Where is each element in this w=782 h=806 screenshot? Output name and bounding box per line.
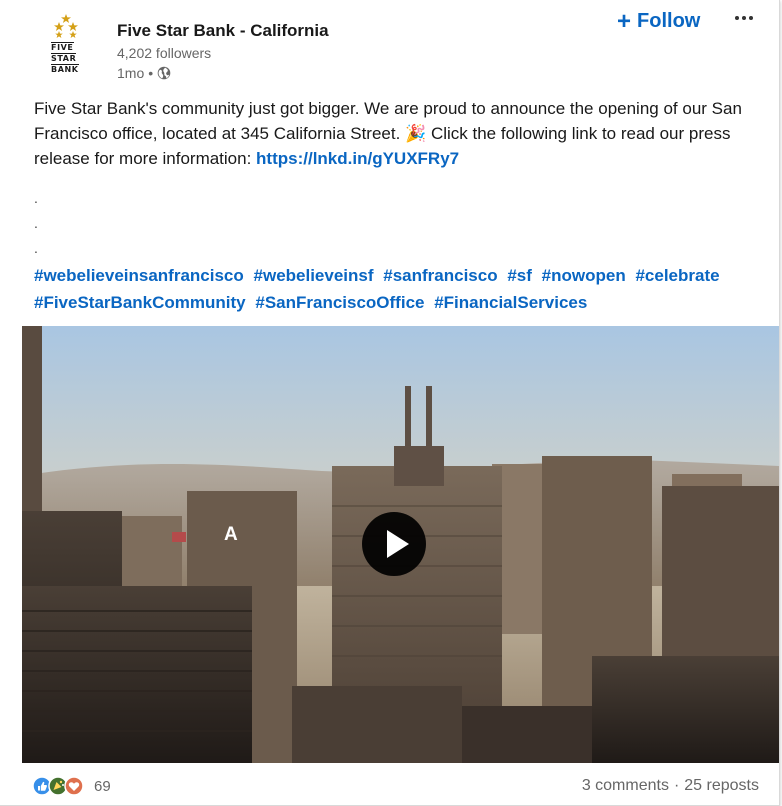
stars-logo-icon (54, 14, 78, 38)
follow-label: Follow (637, 10, 701, 32)
logo-word: FIVE (51, 42, 74, 52)
hashtag-list: #webelieveinsanfrancisco #webelieveinsf … (34, 262, 774, 316)
love-icon (64, 776, 84, 796)
reaction-icons (32, 776, 84, 796)
comments-count-link[interactable]: 3 comments (582, 777, 669, 795)
hashtag-link[interactable]: #FiveStarBankCommunity (34, 293, 246, 312)
play-icon (387, 530, 409, 558)
logo-word: STAR (51, 53, 77, 63)
follower-count: 4,202 followers (117, 45, 212, 61)
dot-spacer: . . . (34, 186, 38, 261)
play-button[interactable] (362, 512, 426, 576)
engagement-stats: 3 comments · 25 reposts (582, 777, 759, 795)
dot-line: . (34, 240, 38, 256)
post-header: FIVE STAR BANK Five Star Bank - Californ… (0, 0, 779, 90)
post-time: 1mo (117, 65, 145, 81)
reposts-count-link[interactable]: 25 reposts (684, 777, 759, 795)
press-release-link[interactable]: https://lnkd.in/gYUXFRy7 (256, 149, 459, 168)
post-card: FIVE STAR BANK Five Star Bank - Californ… (0, 0, 780, 806)
hashtag-link[interactable]: #sf (507, 266, 532, 285)
celebrate-emoji-icon: 🎉 (405, 124, 427, 143)
hashtag-link[interactable]: #nowopen (542, 266, 626, 285)
hashtag-link[interactable]: #sanfrancisco (383, 266, 497, 285)
company-logo[interactable]: FIVE STAR BANK (48, 14, 88, 78)
video-overlay-letter: A (224, 524, 238, 545)
post-meta: 1mo • (117, 65, 171, 81)
hashtag-link[interactable]: #SanFranciscoOffice (255, 293, 424, 312)
dot-line: . (34, 190, 38, 206)
author-name[interactable]: Five Star Bank - California (117, 21, 329, 41)
stats-separator: · (673, 777, 680, 794)
globe-icon (157, 66, 171, 80)
hashtag-link[interactable]: #webelieveinsanfrancisco (34, 266, 244, 285)
post-text: Five Star Bank's community just got bigg… (34, 96, 760, 171)
plus-icon: + (617, 7, 632, 35)
more-options-icon[interactable] (732, 10, 756, 30)
logo-word: BANK (51, 64, 79, 74)
reaction-summary[interactable]: 69 (32, 776, 111, 796)
hashtag-link[interactable]: #celebrate (635, 266, 719, 285)
follow-button[interactable]: + Follow (617, 7, 701, 35)
video-player[interactable]: A (22, 326, 779, 763)
reaction-count: 69 (94, 777, 111, 795)
hashtag-link[interactable]: #webelieveinsf (254, 266, 374, 285)
hashtag-link[interactable]: #FinancialServices (434, 293, 587, 312)
meta-separator: • (148, 65, 154, 81)
dot-line: . (34, 215, 38, 231)
